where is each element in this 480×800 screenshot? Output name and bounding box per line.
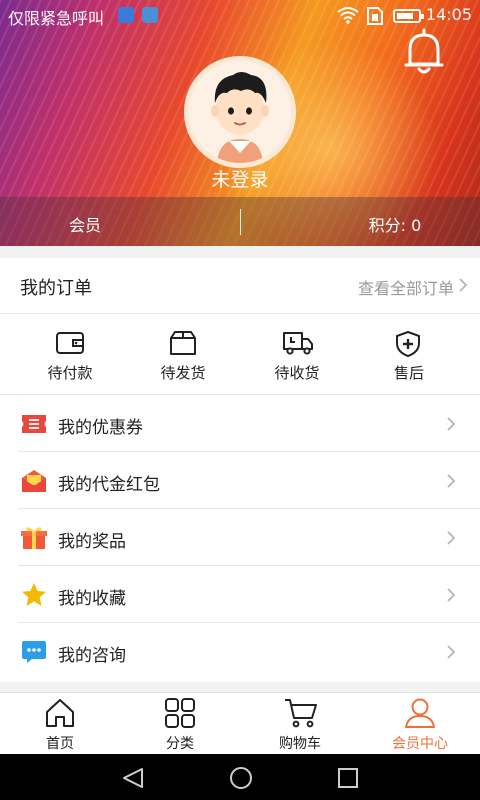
chat-bubble-icon xyxy=(22,641,46,663)
menu-item-inquiries[interactable]: 我的咨询 xyxy=(0,623,480,680)
avatar-boy-icon xyxy=(189,61,291,163)
red-envelope-icon xyxy=(22,470,46,492)
wallet-icon xyxy=(56,332,84,354)
battery-icon xyxy=(393,9,424,23)
orders-header[interactable]: 我的订单 查看全部订单 xyxy=(0,258,480,314)
tab-label: 首页 xyxy=(46,736,74,752)
orders-title: 我的订单 xyxy=(20,278,92,299)
member-menu-list: 我的优惠券 我的代金红包 我的奖品 我的收藏 我的咨询 xyxy=(0,394,480,682)
star-icon xyxy=(22,583,46,606)
order-item-label: 待付款 xyxy=(47,364,93,382)
gift-icon xyxy=(21,527,47,549)
order-pending-receipt[interactable]: 待收货 xyxy=(237,314,357,394)
orders-section: 我的订单 查看全部订单 待付款 待发货 待收货 售后 xyxy=(0,258,480,394)
chevron-right-icon xyxy=(447,417,456,431)
menu-item-red-envelopes[interactable]: 我的代金红包 xyxy=(0,452,480,509)
member-info-bar: 会员 积分: 0 xyxy=(0,197,480,246)
view-all-orders-link[interactable]: 查看全部订单 xyxy=(358,275,454,299)
bell-icon[interactable] xyxy=(402,26,446,76)
tab-category[interactable]: 分类 xyxy=(120,693,240,755)
menu-item-favorites[interactable]: 我的收藏 xyxy=(0,566,480,623)
coupon-icon xyxy=(22,415,46,433)
order-pending-shipment[interactable]: 待发货 xyxy=(123,314,243,394)
home-icon xyxy=(46,699,74,727)
back-icon[interactable] xyxy=(120,766,146,790)
shield-plus-icon xyxy=(396,331,420,357)
sim-card-icon xyxy=(367,7,383,25)
tab-cart[interactable]: 购物车 xyxy=(240,693,360,755)
tab-label: 会员中心 xyxy=(392,736,448,752)
order-item-label: 待发货 xyxy=(160,364,206,382)
wifi-icon xyxy=(337,7,359,24)
tab-label: 分类 xyxy=(166,736,194,752)
tab-member-center[interactable]: 会员中心 xyxy=(360,693,480,755)
info-divider xyxy=(240,209,241,235)
delivery-truck-icon xyxy=(283,332,313,355)
order-after-sales[interactable]: 售后 xyxy=(349,314,469,394)
member-label[interactable]: 会员 xyxy=(0,212,170,236)
category-grid-icon xyxy=(165,698,195,728)
chevron-right-icon xyxy=(447,474,456,488)
image-notification-icon xyxy=(142,7,158,23)
profile-header: 仅限紧急呼叫 14:05 未登录 会员 积分: 0 xyxy=(0,0,480,246)
home-circle-icon[interactable] xyxy=(228,766,254,790)
chevron-right-icon xyxy=(447,531,456,545)
cart-icon xyxy=(285,699,317,728)
menu-item-label: 我的代金红包 xyxy=(58,475,160,495)
order-item-label: 售后 xyxy=(393,364,424,382)
menu-item-coupons[interactable]: 我的优惠券 xyxy=(0,395,480,452)
chevron-right-icon xyxy=(447,645,456,659)
order-item-label: 待收货 xyxy=(274,364,320,382)
menu-item-label: 我的收藏 xyxy=(58,589,126,609)
recent-apps-icon[interactable] xyxy=(336,766,360,790)
chevron-right-icon xyxy=(459,278,468,292)
menu-item-label: 我的优惠券 xyxy=(58,418,143,438)
username-label[interactable]: 未登录 xyxy=(0,165,480,192)
system-navigation-bar xyxy=(0,754,480,800)
chevron-right-icon xyxy=(447,588,456,602)
tab-label: 购物车 xyxy=(279,736,321,752)
menu-item-label: 我的奖品 xyxy=(58,532,126,552)
bottom-tab-bar: 首页 分类 购物车 会员中心 xyxy=(0,692,480,754)
order-pending-payment[interactable]: 待付款 xyxy=(10,314,130,394)
status-notification-text: 仅限紧急呼叫 xyxy=(8,9,105,28)
status-time: 14:05 xyxy=(425,5,472,24)
user-icon xyxy=(405,698,435,728)
package-icon xyxy=(170,331,196,355)
points-label[interactable]: 积分: 0 xyxy=(330,212,460,236)
app-notification-icon xyxy=(118,7,134,23)
menu-item-label: 我的咨询 xyxy=(58,646,126,666)
menu-item-prizes[interactable]: 我的奖品 xyxy=(0,509,480,566)
avatar[interactable] xyxy=(184,56,296,168)
tab-home[interactable]: 首页 xyxy=(0,693,120,755)
